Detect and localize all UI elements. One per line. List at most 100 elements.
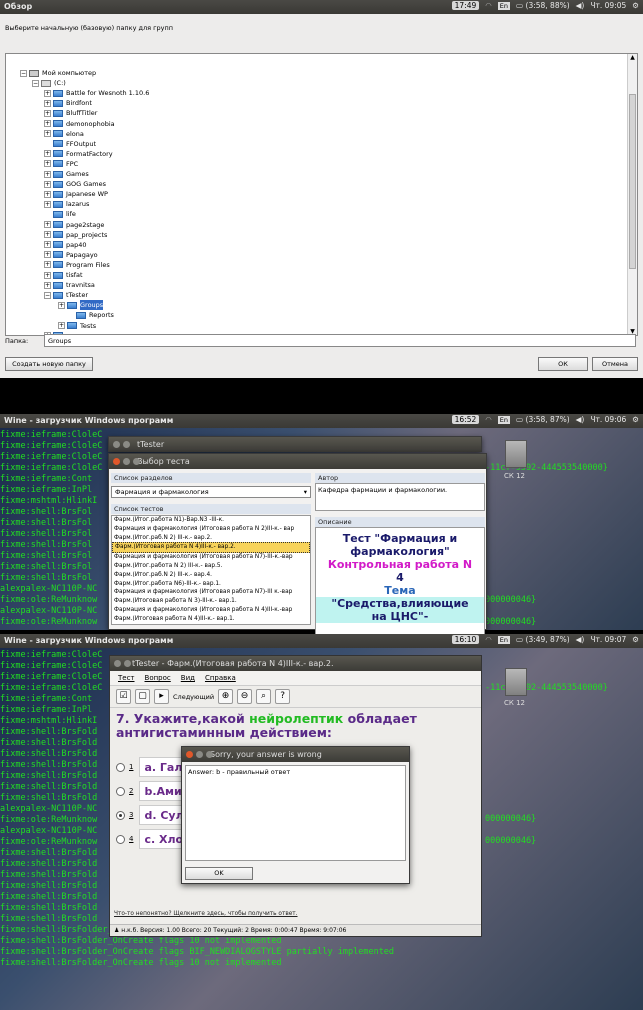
- tree-item-folder[interactable]: + Papagayo: [44, 250, 98, 260]
- document-icon[interactable]: [505, 668, 527, 696]
- tree-item-folder[interactable]: + pap_projects: [44, 230, 107, 240]
- radio-button[interactable]: [116, 810, 125, 820]
- close-icon[interactable]: [113, 458, 120, 465]
- battery-indicator[interactable]: ▭ (3:49, 87%): [516, 635, 570, 644]
- new-folder-button[interactable]: Создать новую папку: [5, 357, 93, 371]
- expand-icon[interactable]: +: [44, 271, 51, 279]
- cancel-button[interactable]: Отмена: [592, 357, 638, 371]
- gear-icon[interactable]: ⚙: [632, 1, 639, 10]
- page-icon[interactable]: ▢: [135, 689, 150, 704]
- list-item[interactable]: Фарм.(Итоговая работа N 3)-III-к.- вар.1…: [112, 597, 310, 606]
- expand-icon[interactable]: +: [44, 89, 51, 97]
- keyboard-layout[interactable]: En: [497, 635, 511, 644]
- datetime[interactable]: Чт. 09:07: [590, 635, 626, 644]
- wifi-icon[interactable]: ◠: [485, 415, 492, 424]
- menu-item[interactable]: Вопрос: [145, 674, 171, 682]
- expand-icon[interactable]: +: [44, 241, 51, 249]
- tree-item-computer[interactable]: − Мой компьютер: [20, 68, 96, 78]
- gear-icon[interactable]: ⚙: [632, 415, 639, 424]
- next-button[interactable]: Следующий: [173, 693, 214, 701]
- volume-icon[interactable]: ◀): [576, 1, 585, 10]
- tree-item-folder[interactable]: + Tests: [58, 321, 96, 331]
- next-icon[interactable]: ▸: [154, 689, 169, 704]
- tree-item-folder[interactable]: − tTester: [44, 290, 88, 300]
- scroll-thumb[interactable]: [629, 94, 636, 269]
- zoom-out-icon[interactable]: ⊖: [237, 689, 253, 704]
- radio-button[interactable]: [116, 786, 125, 796]
- radio-button[interactable]: [116, 834, 125, 844]
- expand-icon[interactable]: +: [44, 281, 51, 289]
- expand-icon[interactable]: +: [44, 109, 51, 117]
- expand-icon[interactable]: +: [44, 190, 51, 198]
- tree-item-folder[interactable]: + lazarus: [44, 199, 89, 209]
- answer-option[interactable]: 3 d. Сул: [116, 804, 189, 826]
- volume-icon[interactable]: ◀): [576, 635, 585, 644]
- expand-icon[interactable]: +: [44, 160, 51, 168]
- list-item[interactable]: Фарм.(Итоговая работа N 4)III-к.- вар.1.: [112, 615, 310, 624]
- scroll-up-icon[interactable]: ▲: [628, 54, 637, 61]
- tree-scrollbar[interactable]: ▲ ▼: [627, 54, 637, 335]
- checklist-icon[interactable]: ☑: [116, 689, 131, 704]
- tree-item-folder[interactable]: Reports: [76, 310, 114, 320]
- list-item[interactable]: Фарм.(Итог.работа N 2) III-к.- вар.5.: [112, 562, 310, 571]
- list-item[interactable]: Фарм.(Итог.работа N1)-Вар.N3 -III-к.: [112, 516, 310, 525]
- keyboard-layout[interactable]: En: [497, 415, 511, 424]
- tree-item-folder[interactable]: + Battle for Wesnoth 1.10.6: [44, 88, 149, 98]
- wifi-icon[interactable]: ◠: [485, 1, 492, 10]
- volume-icon[interactable]: ◀): [576, 415, 585, 424]
- tree-item-folder[interactable]: + tisfat: [44, 270, 83, 280]
- wifi-icon[interactable]: ◠: [485, 635, 492, 644]
- expand-icon[interactable]: +: [44, 120, 51, 127]
- radio-button[interactable]: [116, 762, 125, 772]
- minimize-icon[interactable]: [124, 660, 131, 667]
- list-item[interactable]: Фарм.(Итог.раб.N 2) III-к.- вар.4.: [112, 571, 310, 580]
- menu-item[interactable]: Справка: [205, 674, 236, 682]
- expand-icon[interactable]: +: [44, 231, 51, 239]
- tree-item-folder[interactable]: + Groups: [58, 300, 104, 311]
- list-item[interactable]: Фармация и фармакология (Итоговая работа…: [112, 588, 310, 597]
- clock-badge[interactable]: 16:52: [451, 415, 480, 424]
- minimize-icon[interactable]: [123, 458, 130, 465]
- tree-item-folder[interactable]: + Program Files: [44, 260, 110, 270]
- expand-icon[interactable]: +: [44, 200, 51, 208]
- help-icon[interactable]: ?: [275, 689, 291, 704]
- tree-item-folder[interactable]: + demonophobia: [44, 119, 115, 129]
- menu-item[interactable]: Вид: [181, 674, 195, 682]
- search-icon[interactable]: ⌕: [256, 689, 272, 704]
- list-item[interactable]: Фарм.(Итог.раб.N 2) III-к.- вар.2.: [112, 534, 310, 543]
- expand-icon[interactable]: +: [58, 322, 65, 329]
- list-item[interactable]: Фарм.(Итог.работа N6)-III-к.- вар.1.: [112, 580, 310, 589]
- folder-input[interactable]: Groups: [44, 334, 636, 347]
- folder-tree[interactable]: − Мой компьютер − (C:) + Battle for Wesnoth 1…: [5, 53, 638, 336]
- tests-list[interactable]: Фарм.(Итог.работа N1)-Вар.N3 -III-к. Фарм…: [111, 515, 311, 625]
- maximize-icon[interactable]: [133, 458, 140, 465]
- tree-item-folder[interactable]: + FormatFactory: [44, 149, 113, 159]
- answer-option[interactable]: 2 b.Ами: [116, 780, 187, 802]
- expand-icon[interactable]: +: [44, 251, 51, 259]
- tree-item-folder[interactable]: + Japanese WP: [44, 189, 108, 199]
- battery-indicator[interactable]: ▭ (3:58, 88%): [516, 1, 570, 10]
- menu-item[interactable]: Тест: [118, 674, 135, 682]
- list-item[interactable]: Фарм.(Итоговая работа N 4)III-к.- вар.2.: [112, 542, 310, 554]
- expand-icon[interactable]: +: [58, 301, 65, 309]
- datetime[interactable]: Чт. 09:05: [590, 1, 626, 10]
- tree-item-folder[interactable]: + Games: [44, 169, 89, 179]
- tree-item-folder[interactable]: FFOutput: [53, 139, 96, 149]
- maximize-icon[interactable]: [206, 751, 213, 758]
- expand-icon[interactable]: +: [44, 170, 51, 178]
- popup-ok-button[interactable]: OK: [185, 867, 253, 880]
- collapse-icon[interactable]: −: [20, 69, 27, 77]
- zoom-in-icon[interactable]: ⊕: [218, 689, 234, 704]
- collapse-icon[interactable]: −: [44, 291, 51, 299]
- list-item[interactable]: Фарм.(Итоговая работа N7)-III-к.- вар.1.: [112, 624, 310, 625]
- list-item[interactable]: Фармация и фармакология (Итоговая работа…: [112, 553, 310, 562]
- tree-item-folder[interactable]: + elona: [44, 129, 84, 139]
- tree-item-folder[interactable]: + FPC: [44, 159, 78, 169]
- close-icon[interactable]: [114, 660, 121, 667]
- expand-icon[interactable]: +: [44, 261, 51, 269]
- battery-indicator[interactable]: ▭ (3:58, 87%): [516, 415, 570, 424]
- gear-icon[interactable]: ⚙: [632, 635, 639, 644]
- tree-item-folder[interactable]: + Birdfont: [44, 98, 92, 108]
- clock-badge[interactable]: 17:49: [451, 1, 480, 10]
- expand-icon[interactable]: +: [44, 130, 51, 138]
